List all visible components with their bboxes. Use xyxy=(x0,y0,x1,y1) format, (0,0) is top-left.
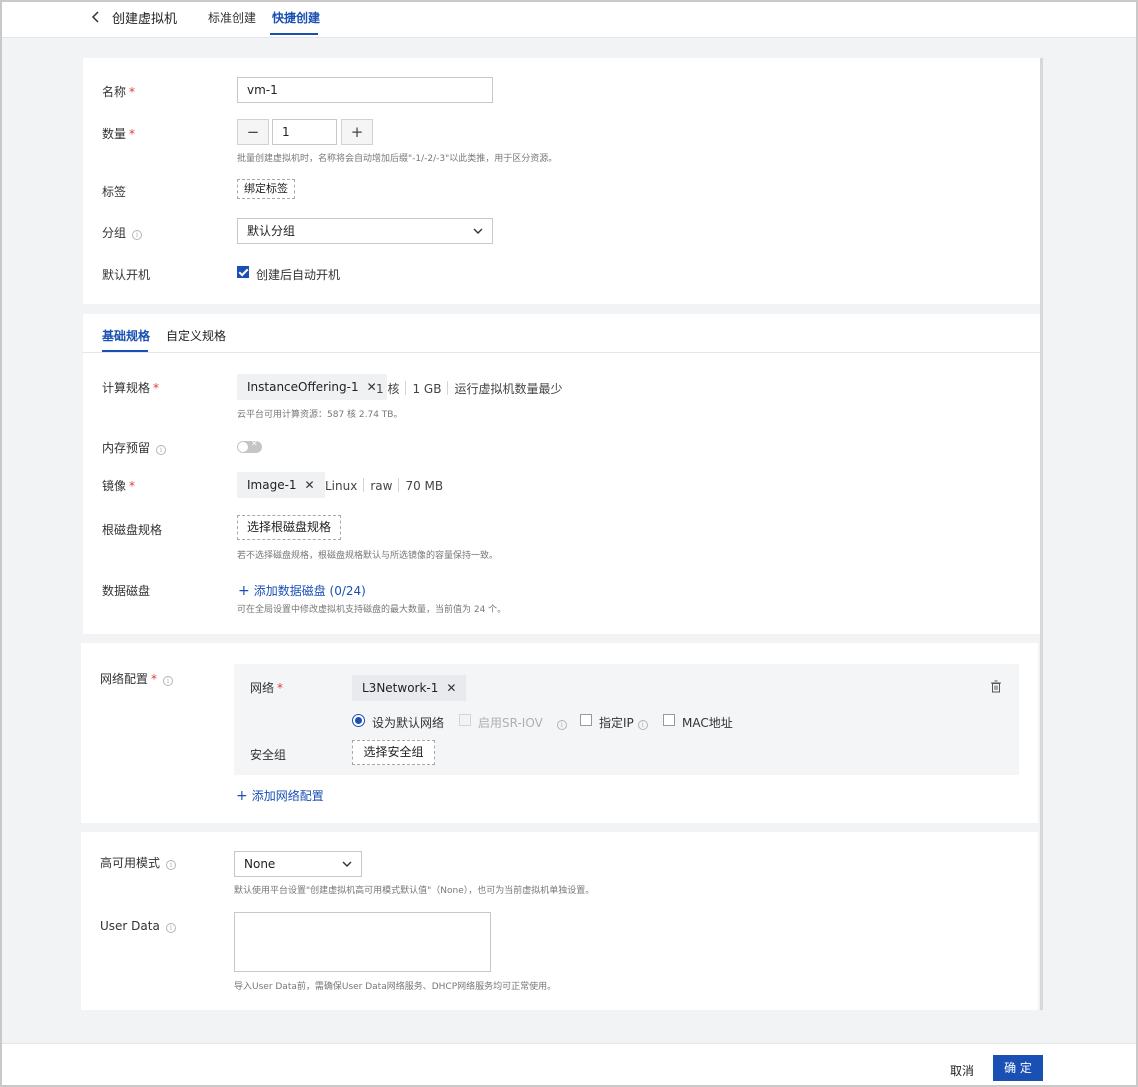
security-group-label: 安全组 xyxy=(250,748,287,762)
user-data-hint: 导入User Data前，需确保User Data网络服务、DHCP网络服务均可… xyxy=(234,982,557,992)
image-format: raw xyxy=(370,479,393,493)
network-config-label: 网络配置 * i xyxy=(100,670,174,687)
select-root-disk-button[interactable]: 选择根磁盘规格 xyxy=(237,515,341,540)
compute-offering-meta: 1 核 1 GB 运行虚拟机数量最少 xyxy=(376,380,562,397)
group-label: 分组 i xyxy=(102,224,143,241)
cancel-button[interactable]: 取消 xyxy=(950,1062,974,1079)
compute-hint: 云平台可用计算资源：587 核 2.74 TB。 xyxy=(237,410,403,420)
ha-mode-select[interactable]: None xyxy=(234,851,362,877)
chevron-down-icon xyxy=(473,228,483,234)
name-label: 名称 * xyxy=(102,85,136,99)
static-ip-checkbox[interactable] xyxy=(580,714,592,726)
user-data-label: User Data i xyxy=(100,919,176,933)
group-select[interactable]: 默认分组 xyxy=(237,218,493,244)
network-name: L3Network-1 xyxy=(362,681,439,695)
ha-mode-hint: 默认使用平台设置"创建虚拟机高可用模式默认值"（None），也可为当前虚拟机单独… xyxy=(234,886,595,896)
info-icon: i xyxy=(165,923,176,933)
count-minus-button[interactable]: − xyxy=(237,119,269,145)
tab-custom-spec[interactable]: 自定义规格 xyxy=(166,327,226,344)
cpu-count: 1 核 xyxy=(376,382,400,396)
data-disk-label: 数据磁盘 xyxy=(102,584,151,598)
add-data-disk-label: 添加数据磁盘 (0/24) xyxy=(253,584,366,598)
spec-tabs-divider xyxy=(83,352,1040,353)
bind-tag-button[interactable]: 绑定标签 xyxy=(237,179,295,199)
static-ip-label: 指定IP i xyxy=(599,714,648,731)
memory-reserve-toggle[interactable]: ✕ xyxy=(237,439,262,453)
info-icon: i xyxy=(556,720,567,730)
confirm-button[interactable]: 确 定 xyxy=(993,1055,1043,1081)
sriov-checkbox xyxy=(459,714,471,726)
image-name: Image-1 xyxy=(247,478,297,492)
add-data-disk-link[interactable]: + 添加数据磁盘 (0/24) xyxy=(238,582,366,599)
plus-icon: + xyxy=(236,788,248,804)
close-icon[interactable]: ✕ xyxy=(446,681,456,695)
name-input[interactable]: vm-1 xyxy=(237,77,493,103)
tag-label: 标签 xyxy=(102,185,127,199)
image-label: 镜像 * xyxy=(102,479,136,493)
count-input[interactable]: 1 xyxy=(272,119,337,145)
image-chip: Image-1 ✕ xyxy=(237,472,325,498)
memory-size: 1 GB xyxy=(412,382,442,396)
page-title: 创建虚拟机 xyxy=(112,12,178,27)
info-icon: i xyxy=(156,445,167,455)
autostart-label: 默认开机 xyxy=(102,268,151,282)
close-icon[interactable]: ✕ xyxy=(305,478,315,492)
user-data-textarea[interactable] xyxy=(234,912,491,972)
root-disk-label: 根磁盘规格 xyxy=(102,523,163,537)
mac-address-checkbox[interactable] xyxy=(663,714,675,726)
basic-info-card xyxy=(83,58,1040,304)
trash-icon[interactable] xyxy=(990,680,1002,693)
mac-address-label: MAC地址 xyxy=(682,716,733,730)
tab-basic-spec[interactable]: 基础规格 xyxy=(102,327,150,344)
ha-mode-label: 高可用模式 i xyxy=(100,854,177,871)
network-chip: L3Network-1 ✕ xyxy=(352,675,467,701)
default-network-radio[interactable] xyxy=(352,714,365,727)
add-network-config-link[interactable]: + 添加网络配置 xyxy=(236,787,324,804)
autostart-option-label: 创建后自动开机 xyxy=(256,268,341,282)
sriov-label: 启用SR-IOV i xyxy=(478,714,567,731)
image-platform: Linux xyxy=(325,479,358,493)
compute-spec-label: 计算规格 * xyxy=(102,381,160,395)
image-meta: Linux raw 70 MB xyxy=(325,478,443,493)
info-icon: i xyxy=(637,720,648,730)
spec-tab-indicator xyxy=(102,350,148,352)
spec-card xyxy=(83,314,1040,634)
autostart-checkbox[interactable] xyxy=(237,266,249,278)
tab-quick-create[interactable]: 快捷创建 xyxy=(272,9,320,26)
network-label: 网络 * xyxy=(250,681,284,695)
close-icon: ✕ xyxy=(251,439,258,448)
count-plus-button[interactable]: + xyxy=(341,119,373,145)
info-icon: i xyxy=(163,676,174,686)
group-select-value: 默认分组 xyxy=(247,224,296,238)
add-network-config-label: 添加网络配置 xyxy=(251,789,324,803)
memory-reserve-label: 内存预留 i xyxy=(102,439,167,456)
default-network-label: 设为默认网络 xyxy=(372,716,445,730)
image-size: 70 MB xyxy=(405,479,444,493)
active-tab-indicator xyxy=(270,33,318,35)
compute-offering-name: InstanceOffering-1 xyxy=(247,380,359,394)
root-disk-hint: 若不选择磁盘规格，根磁盘规格默认与所选镜像的容量保持一致。 xyxy=(237,551,499,561)
ha-mode-value: None xyxy=(244,857,276,871)
content-scrollbar[interactable] xyxy=(1040,58,1043,1010)
info-icon: i xyxy=(166,860,177,870)
select-security-group-button[interactable]: 选择安全组 xyxy=(352,740,435,765)
chevron-down-icon xyxy=(342,861,352,867)
chevron-left-icon[interactable] xyxy=(90,9,102,25)
plus-icon: + xyxy=(238,583,250,599)
advanced-card xyxy=(81,832,1038,1010)
count-label: 数量 * xyxy=(102,127,136,141)
placement-strategy: 运行虚拟机数量最少 xyxy=(454,382,563,396)
tab-standard-create[interactable]: 标准创建 xyxy=(208,9,256,26)
info-icon: i xyxy=(132,230,143,240)
compute-offering-chip: InstanceOffering-1 ✕ xyxy=(237,374,387,400)
data-disk-hint: 可在全局设置中修改虚拟机支持磁盘的最大数量，当前值为 24 个。 xyxy=(237,605,507,615)
count-hint: 批量创建虚拟机时，名称将会自动增加后缀"-1/-2/-3"以此类推，用于区分资源… xyxy=(237,154,558,164)
